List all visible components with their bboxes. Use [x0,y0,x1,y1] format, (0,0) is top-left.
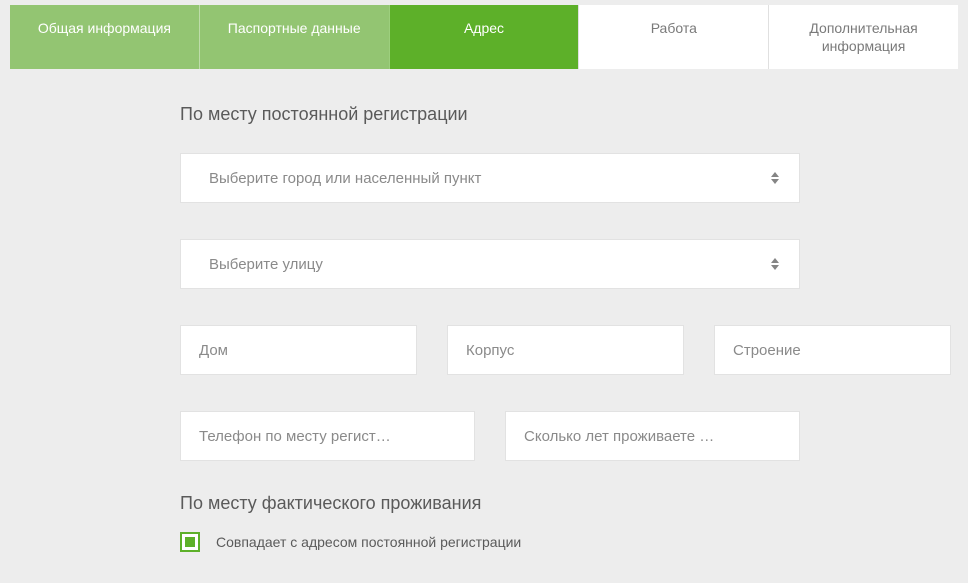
street-select[interactable]: Выберите улицу [180,239,800,289]
tab-label: Адрес [464,20,504,36]
sort-icon [771,172,779,184]
tab-general-info[interactable]: Общая информация [10,5,199,69]
same-address-row: Совпадает с адресом постоянной регистрац… [180,532,800,552]
tab-additional-info[interactable]: Дополнительная информация [768,5,958,69]
tab-label: Паспортные данные [228,20,361,36]
sort-icon [771,258,779,270]
same-address-label: Совпадает с адресом постоянной регистрац… [216,534,521,550]
tab-label: Дополнительная информация [809,20,917,54]
tabs-nav: Общая информация Паспортные данные Адрес… [10,5,958,69]
phone-registration-input[interactable] [180,411,475,461]
years-living-input[interactable] [505,411,800,461]
same-address-checkbox[interactable] [180,532,200,552]
tab-address[interactable]: Адрес [389,5,579,69]
section-title-registration: По месту постоянной регистрации [180,104,800,125]
korpus-input[interactable] [447,325,684,375]
checkbox-checked-icon [185,537,195,547]
tab-label: Работа [651,20,697,36]
house-input[interactable] [180,325,417,375]
city-select-placeholder: Выберите город или населенный пункт [209,170,481,187]
city-select[interactable]: Выберите город или населенный пункт [180,153,800,203]
street-select-placeholder: Выберите улицу [209,256,323,273]
tab-label: Общая информация [38,20,171,36]
section-title-actual: По месту фактического проживания [180,493,800,514]
form-address: По месту постоянной регистрации Выберите… [180,104,800,552]
tab-work[interactable]: Работа [578,5,768,69]
stroenie-input[interactable] [714,325,951,375]
tab-passport[interactable]: Паспортные данные [199,5,389,69]
